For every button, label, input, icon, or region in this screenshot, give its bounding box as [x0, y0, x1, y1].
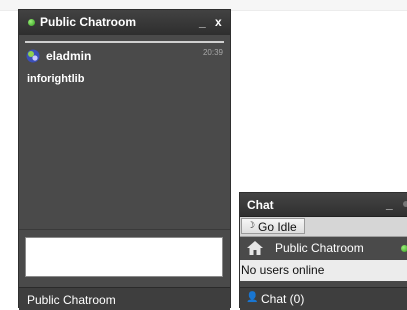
minimize-button[interactable]: _ — [199, 16, 206, 28]
chat-panel-minimize-button[interactable]: _ — [386, 198, 393, 210]
online-status-icon — [28, 19, 35, 26]
go-idle-label: Go Idle — [258, 220, 297, 234]
message-list[interactable]: eladmin 20:39 inforightlib — [19, 35, 230, 242]
chatroom-footer-tab[interactable]: Public Chatroom — [19, 287, 230, 310]
chatroom-title: Public Chatroom — [40, 15, 137, 29]
chat-panel-close-icon[interactable] — [403, 201, 407, 207]
message-text: inforightlib — [27, 73, 85, 85]
message-compose-area — [19, 229, 230, 286]
user-avatar-icon — [26, 49, 40, 63]
chat-footer-tab[interactable]: 👤 Chat (0) — [240, 287, 407, 310]
chat-panel-titlebar[interactable]: Chat _ — [240, 193, 407, 217]
chatroom-titlebar[interactable]: Public Chatroom _ x — [19, 10, 230, 36]
room-name: Public Chatroom — [275, 241, 364, 255]
home-icon — [247, 241, 263, 255]
chatroom-footer-label: Public Chatroom — [27, 293, 116, 307]
chat-panel: Chat _ ☽ Go Idle Public Chatroom No user… — [239, 192, 407, 310]
message-username[interactable]: eladmin — [46, 49, 91, 63]
room-list-item[interactable]: Public Chatroom — [240, 237, 407, 259]
message-input[interactable] — [25, 237, 223, 277]
chat-panel-toolbar: ☽ Go Idle — [240, 217, 407, 237]
chatroom-window: Public Chatroom _ x eladmin 20:39 infori… — [18, 9, 231, 310]
message-timestamp: 20:39 — [202, 48, 223, 57]
message-divider — [25, 41, 224, 43]
go-idle-button[interactable]: ☽ Go Idle — [241, 218, 305, 234]
people-icon: 👤 — [246, 292, 259, 303]
close-button[interactable]: x — [215, 16, 222, 28]
chat-count-label: Chat (0) — [261, 292, 305, 306]
room-status-icon — [401, 245, 407, 252]
users-online-text: No users online — [241, 263, 325, 277]
users-online-row: No users online — [240, 260, 407, 281]
idle-moon-icon: ☽ — [247, 220, 256, 230]
chat-panel-title: Chat — [247, 198, 274, 212]
